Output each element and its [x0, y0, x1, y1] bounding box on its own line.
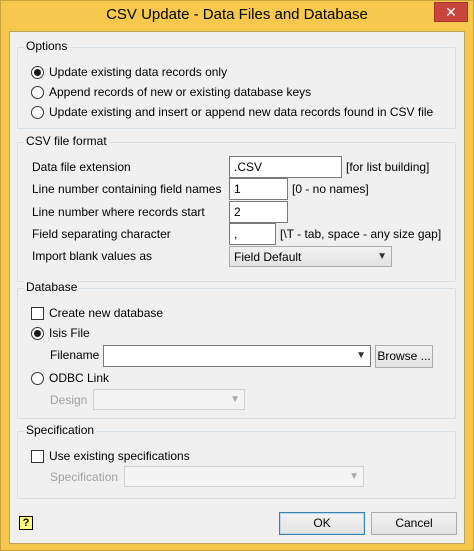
design-label: Design	[50, 393, 88, 407]
use-existing-specs-label[interactable]: Use existing specifications	[49, 449, 190, 463]
options-legend: Options	[24, 39, 70, 53]
blank-values-label: Import blank values as	[32, 249, 153, 263]
separator-hint: [\T - tab, space - any size gap]	[280, 227, 442, 241]
odbc-link-label[interactable]: ODBC Link	[49, 371, 109, 385]
csv-format-legend: CSV file format	[24, 134, 109, 148]
blank-values-select[interactable]: Field Default ▼	[229, 246, 392, 267]
csv-format-group: CSV file format Data file extension .CSV…	[17, 134, 456, 282]
option-update-existing-label[interactable]: Update existing data records only	[49, 65, 227, 79]
options-group: Options Update existing data records onl…	[17, 39, 456, 129]
specification-select[interactable]: ▼	[124, 466, 364, 487]
database-group: Database Create new database Isis File F…	[17, 280, 456, 419]
names-line-label: Line number containing field names	[32, 182, 222, 196]
database-legend: Database	[24, 280, 80, 294]
records-start-label: Line number where records start	[32, 205, 205, 219]
chevron-down-icon: ▼	[230, 394, 240, 405]
isis-file-radio[interactable]	[31, 327, 44, 340]
filename-select[interactable]: ▼	[103, 345, 371, 367]
dialog-window: CSV Update - Data Files and Database ✕ O…	[0, 0, 474, 551]
extension-label: Data file extension	[32, 160, 131, 174]
design-select[interactable]: ▼	[93, 389, 245, 410]
close-icon: ✕	[445, 4, 457, 20]
create-new-database-label[interactable]: Create new database	[49, 306, 163, 320]
extension-input[interactable]: .CSV	[229, 156, 342, 178]
separator-label: Field separating character	[32, 227, 171, 241]
chevron-down-icon: ▼	[356, 350, 366, 361]
option-update-insert-radio[interactable]	[31, 106, 44, 119]
option-append-records-label[interactable]: Append records of new or existing databa…	[49, 85, 311, 99]
ok-button[interactable]: OK	[279, 512, 365, 535]
records-start-input[interactable]: 2	[229, 201, 288, 223]
window-title: CSV Update - Data Files and Database	[106, 6, 368, 23]
names-line-hint: [0 - no names]	[292, 182, 369, 196]
specification-group: Specification Use existing specification…	[17, 423, 456, 499]
blank-values-value: Field Default	[234, 250, 302, 264]
chevron-down-icon: ▼	[377, 251, 387, 262]
extension-hint: [for list building]	[346, 160, 430, 174]
odbc-link-radio[interactable]	[31, 372, 44, 385]
specification-label: Specification	[50, 470, 119, 484]
separator-input[interactable]: ,	[229, 223, 276, 245]
specification-legend: Specification	[24, 423, 97, 437]
option-update-existing-radio[interactable]	[31, 66, 44, 79]
title-bar[interactable]: CSV Update - Data Files and Database ✕	[1, 1, 473, 31]
browse-button[interactable]: Browse ...	[375, 345, 433, 368]
cancel-button[interactable]: Cancel	[371, 512, 457, 535]
chevron-down-icon: ▼	[349, 471, 359, 482]
dialog-client: Options Update existing data records onl…	[9, 31, 465, 544]
option-append-records-radio[interactable]	[31, 86, 44, 99]
create-new-database-checkbox[interactable]	[31, 307, 44, 320]
filename-label: Filename	[50, 348, 100, 362]
use-existing-specs-checkbox[interactable]	[31, 450, 44, 463]
isis-file-label[interactable]: Isis File	[49, 326, 90, 340]
names-line-input[interactable]: 1	[229, 178, 288, 200]
close-button[interactable]: ✕	[434, 2, 468, 22]
help-icon[interactable]: ?	[19, 516, 33, 530]
option-update-insert-label[interactable]: Update existing and insert or append new…	[49, 105, 433, 119]
